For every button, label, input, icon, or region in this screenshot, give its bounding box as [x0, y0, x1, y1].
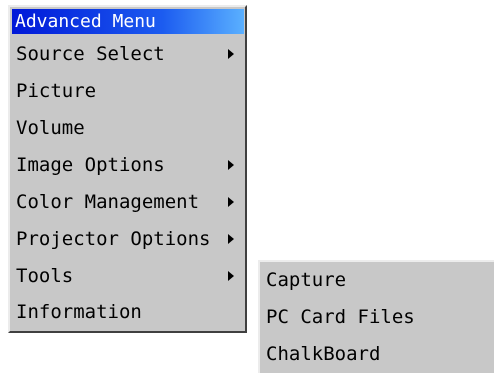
menu-item-label: Picture	[16, 80, 97, 102]
menu-item-label: Source Select	[16, 43, 165, 65]
triangle-right-icon	[228, 234, 234, 244]
menu-item-label: Volume	[16, 117, 85, 139]
advanced-menu: Advanced Menu Source Select Picture Volu…	[8, 5, 247, 333]
menu-item-image-options[interactable]: Image Options	[16, 148, 243, 182]
menu-item-volume[interactable]: Volume	[16, 111, 243, 145]
triangle-right-icon	[228, 160, 234, 170]
menu-item-picture[interactable]: Picture	[16, 74, 243, 108]
menu-item-tools[interactable]: Tools	[16, 259, 243, 293]
submenu-item-label: ChalkBoard	[266, 343, 381, 365]
menu-item-information[interactable]: Information	[16, 295, 243, 329]
submenu-item-label: Capture	[266, 269, 347, 291]
menu-item-label: Image Options	[16, 154, 165, 176]
submenu-item-chalkboard[interactable]: ChalkBoard	[266, 336, 490, 372]
menu-item-label: Information	[16, 301, 142, 323]
menu-item-color-management[interactable]: Color Management	[16, 185, 243, 219]
triangle-right-icon	[228, 271, 234, 281]
triangle-right-icon	[228, 197, 234, 207]
submenu-item-pc-card-files[interactable]: PC Card Files	[266, 299, 490, 335]
submenu-item-capture[interactable]: Capture	[266, 262, 490, 298]
tools-submenu: Capture PC Card Files ChalkBoard	[258, 260, 494, 373]
menu-item-source-select[interactable]: Source Select	[16, 37, 243, 71]
menu-item-label: Color Management	[16, 191, 200, 213]
triangle-right-icon	[228, 49, 234, 59]
menu-title: Advanced Menu	[12, 9, 244, 34]
menu-item-label: Tools	[16, 265, 74, 287]
submenu-item-label: PC Card Files	[266, 306, 415, 328]
menu-item-projector-options[interactable]: Projector Options	[16, 222, 243, 256]
menu-item-label: Projector Options	[16, 228, 211, 250]
